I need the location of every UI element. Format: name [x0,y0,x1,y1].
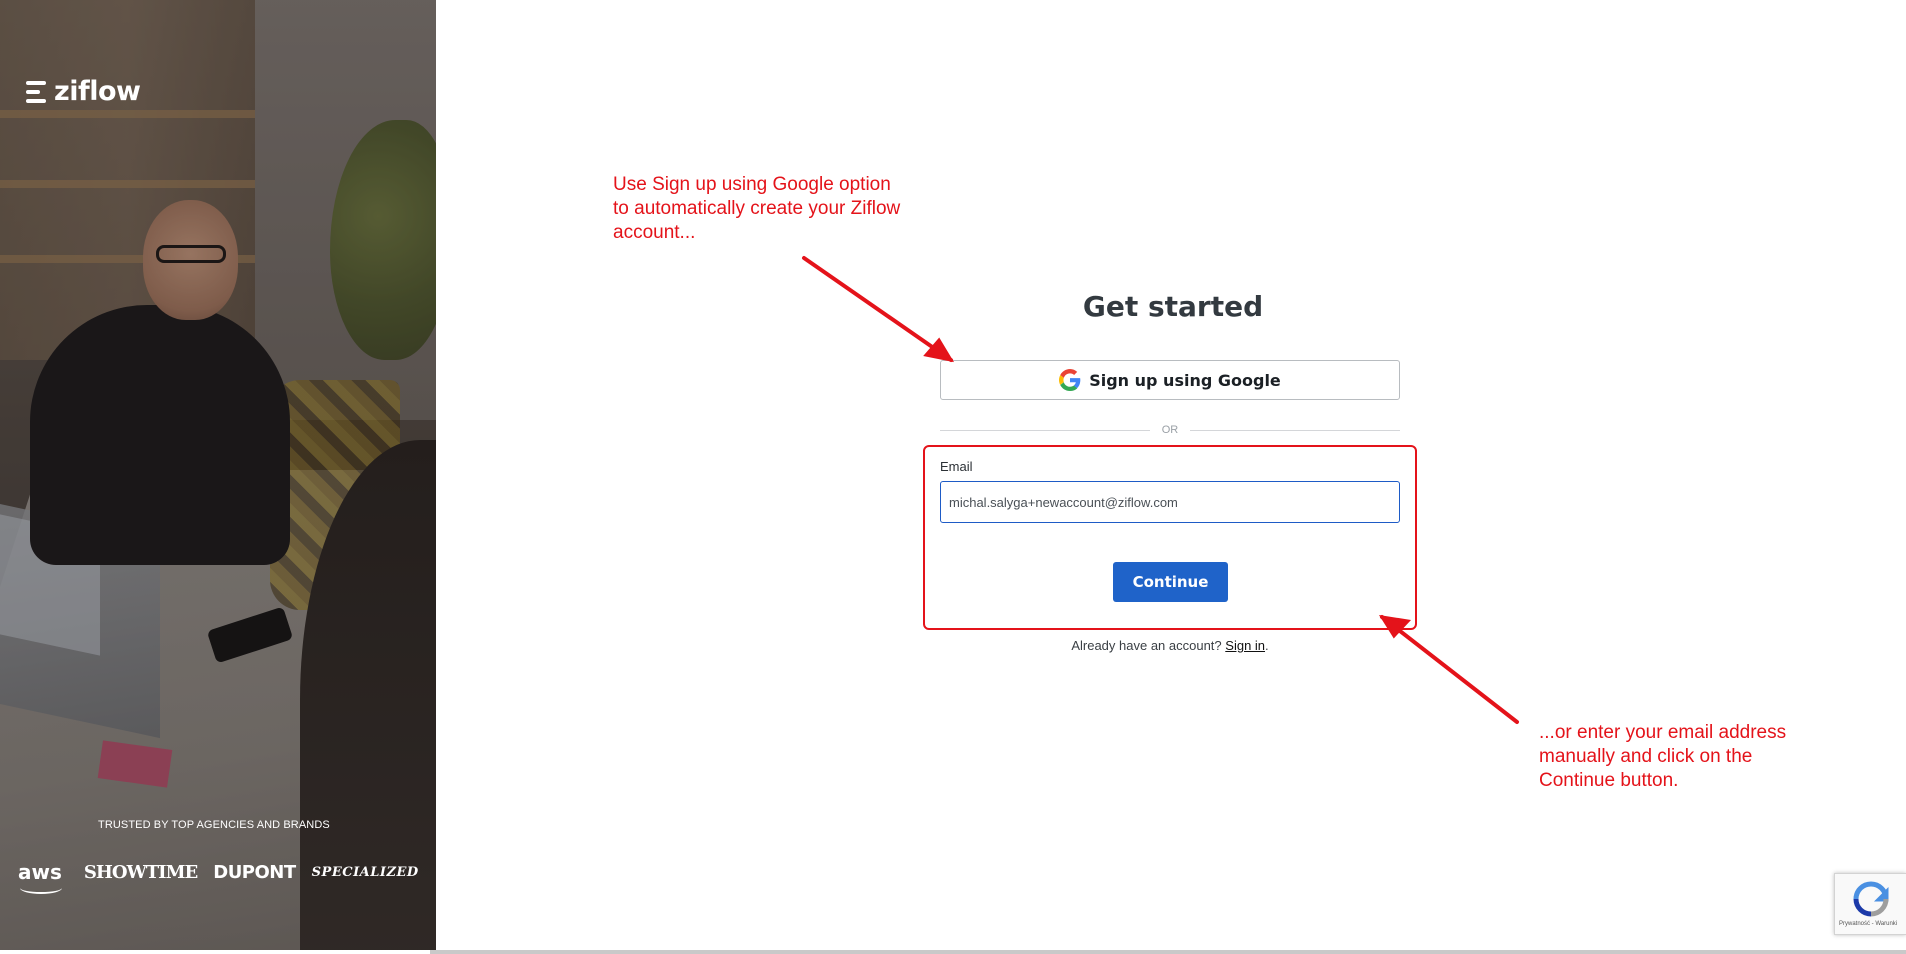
google-signup-label: Sign up using Google [1089,370,1281,390]
arrow-icon [1378,615,1519,724]
page-title: Get started [1082,290,1264,323]
or-text: OR [1161,424,1179,436]
recaptcha-badge[interactable]: Prywatność - Warunki [1834,873,1906,935]
annotation-arrows [802,256,1519,724]
recaptcha-icon [1853,881,1889,917]
already-have-account-text: Already have an account? [1071,638,1222,653]
continue-button[interactable]: Continue [1113,562,1228,602]
or-divider: OR [940,422,1400,438]
signup-content: Get started Sign up using Google OR Emai… [436,0,1906,950]
google-signup-button[interactable]: Sign up using Google [940,360,1400,400]
dupont-logo: DUPONT [213,861,296,883]
signin-link[interactable]: Sign in [1225,638,1265,653]
signup-page: ziflow TRUSTED BY TOP AGENCIES AND BRAND… [0,0,1906,954]
email-field[interactable] [940,481,1400,523]
email-annotation: ...or enter your email address manually … [1539,722,1787,791]
signin-suffix: . [1265,638,1269,653]
email-highlight-box [923,445,1417,630]
ziflow-logo[interactable]: ziflow [26,76,141,107]
email-label: Email [940,459,973,474]
horizontal-scrollbar[interactable] [430,950,1906,954]
hero-image-panel: ziflow TRUSTED BY TOP AGENCIES AND BRAND… [0,0,436,950]
google-icon [1059,369,1081,391]
signin-prompt: Already have an account? Sign in. [940,638,1400,653]
google-annotation: Use Sign up using Google option to autom… [613,174,901,243]
trusted-by-text: TRUSTED BY TOP AGENCIES AND BRANDS [98,819,330,831]
partner-logos: aws SHOWTIME DUPONT SPECIALIZED [18,852,419,894]
arrow-icon [802,256,955,363]
recaptcha-footer[interactable]: Prywatność - Warunki [1839,921,1897,927]
logo-text: ziflow [54,76,141,107]
showtime-logo: SHOWTIME [83,861,198,883]
aws-logo: aws [18,860,62,894]
ziflow-logo-icon [26,80,48,103]
specialized-logo: SPECIALIZED [311,864,419,880]
